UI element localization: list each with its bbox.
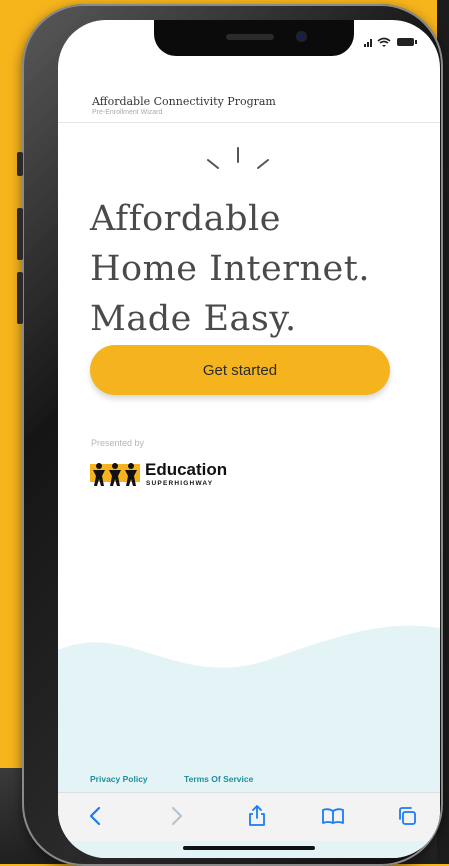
hero-headline: Affordable Home Internet. Made Easy. bbox=[90, 194, 440, 344]
volume-down-button bbox=[17, 272, 23, 324]
terms-of-service-link[interactable]: Terms Of Service bbox=[184, 774, 253, 784]
signal-wifi-battery-icon bbox=[364, 37, 417, 47]
people-logo-icon bbox=[90, 463, 140, 486]
bookmarks-icon bbox=[322, 808, 344, 824]
front-camera bbox=[296, 31, 307, 42]
logo-wordmark: Education bbox=[145, 460, 228, 479]
home-indicator bbox=[183, 846, 315, 850]
logo-subtext: SUPERHIGHWAY bbox=[146, 480, 214, 487]
forward-button[interactable] bbox=[164, 803, 190, 829]
phone-frame: Affordable Connectivity Program Pre-Enro… bbox=[17, 4, 443, 866]
share-icon bbox=[249, 805, 265, 826]
education-superhighway-logo[interactable]: Education SUPERHIGHWAY bbox=[90, 460, 290, 494]
status-icons bbox=[364, 36, 418, 51]
presented-by-label: Presented by bbox=[91, 438, 145, 448]
forward-icon bbox=[171, 806, 183, 826]
back-button[interactable] bbox=[82, 803, 108, 829]
bookmarks-button[interactable] bbox=[320, 803, 346, 829]
get-started-button[interactable]: Get started bbox=[90, 345, 390, 395]
mute-switch bbox=[17, 152, 23, 176]
site-header: Affordable Connectivity Program Pre-Enro… bbox=[58, 80, 440, 123]
hero-line-2: Home Internet. bbox=[90, 249, 370, 289]
back-icon bbox=[89, 806, 101, 826]
tabs-button[interactable] bbox=[394, 803, 420, 829]
share-button[interactable] bbox=[244, 803, 270, 829]
site-title: Affordable Connectivity Program bbox=[92, 95, 276, 108]
sparkle-icon bbox=[207, 147, 269, 169]
footer-links: Privacy Policy Terms Of Service bbox=[90, 774, 287, 784]
site-subtitle: Pre-Enrollment Wizard bbox=[92, 109, 163, 116]
privacy-policy-link[interactable]: Privacy Policy bbox=[90, 774, 148, 784]
hero-line-1: Affordable bbox=[90, 199, 281, 239]
status-bar bbox=[58, 20, 440, 72]
volume-up-button bbox=[17, 208, 23, 260]
tabs-icon bbox=[399, 807, 416, 825]
hero-line-3: Made Easy. bbox=[90, 299, 297, 339]
notch bbox=[154, 20, 354, 56]
browser-toolbar bbox=[58, 792, 440, 841]
speaker bbox=[226, 34, 274, 40]
phone-screen: Affordable Connectivity Program Pre-Enro… bbox=[58, 20, 440, 858]
